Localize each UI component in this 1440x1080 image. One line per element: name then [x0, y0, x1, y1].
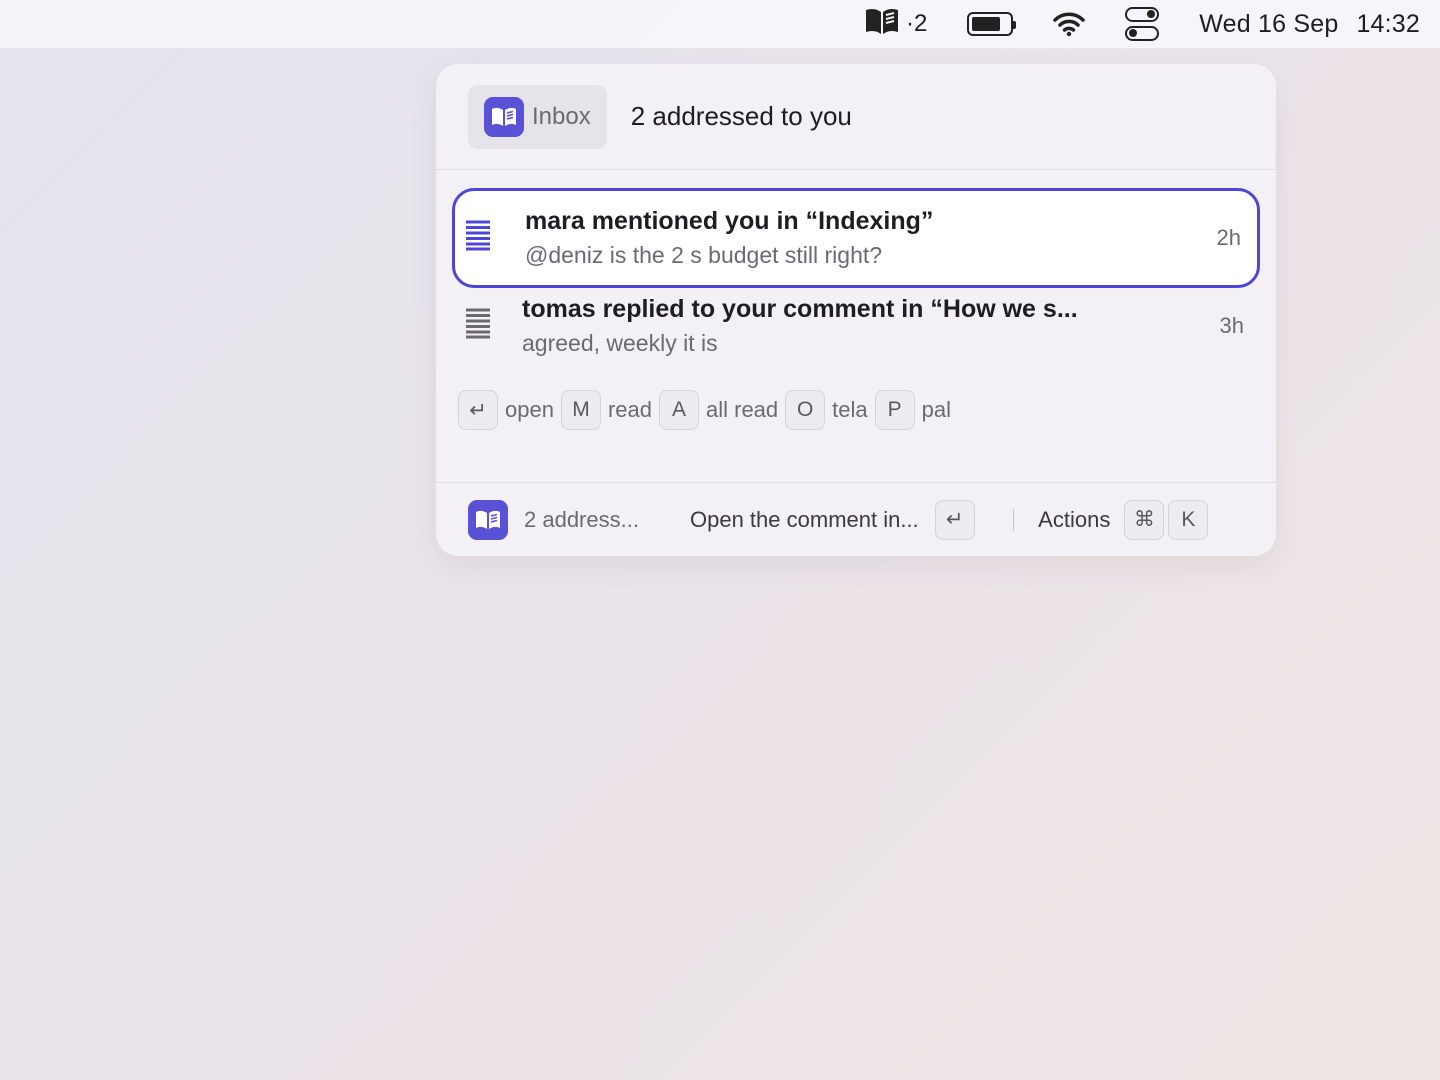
open-comment-action[interactable]: Open the comment in...	[690, 507, 919, 533]
notification-list: mara mentioned you in “Indexing” @deniz …	[436, 170, 1276, 430]
notification-title: mara mentioned you in “Indexing”	[525, 207, 934, 235]
actions-button[interactable]: Actions	[1038, 507, 1110, 533]
shortcut-key-all-read[interactable]: A	[659, 390, 699, 430]
footer-divider	[1012, 508, 1015, 531]
footer-breadcrumb: 2 address...	[524, 506, 639, 532]
notification-snippet: @deniz is the 2 s budget still right?	[525, 242, 883, 268]
inbox-popover: Inbox 2 addressed to you mara mentioned …	[436, 64, 1276, 556]
shortcut-label-all-read: all read	[706, 397, 779, 422]
shortcut-key-open[interactable]: ↵	[458, 390, 498, 430]
actions-shortcut: ⌘ K	[1124, 499, 1209, 540]
notification-snippet: agreed, weekly it is	[522, 330, 718, 356]
wifi-icon[interactable]	[1053, 11, 1086, 37]
shortcut-key-tela[interactable]: O	[785, 390, 826, 430]
app-book-icon	[484, 96, 524, 137]
notification-age: 3h	[1219, 313, 1244, 338]
menubar-badge-count: ·2	[905, 10, 928, 37]
notification-row[interactable]: mara mentioned you in “Indexing” @deniz …	[452, 188, 1260, 288]
shortcut-key-read[interactable]: M	[560, 390, 601, 430]
command-key-hint[interactable]: ⌘	[1124, 499, 1165, 540]
document-icon	[466, 220, 490, 256]
book-icon	[864, 6, 900, 43]
menubar-app-extra[interactable]: ·2	[864, 6, 927, 43]
menubar-date[interactable]: Wed 16 Sep	[1199, 10, 1338, 39]
control-center-icon[interactable]	[1125, 7, 1160, 41]
popover-title: 2 addressed to you	[630, 101, 852, 131]
popover-footer: 2 address... Open the comment in... ↵ Ac…	[436, 482, 1276, 556]
k-key-hint[interactable]: K	[1168, 499, 1209, 540]
footer-book-icon	[468, 499, 508, 540]
shortcut-label-read: read	[607, 397, 652, 422]
enter-key-hint[interactable]: ↵	[934, 499, 975, 540]
shortcut-label-tela: tela	[832, 397, 868, 422]
shortcut-label-open: open	[505, 397, 554, 422]
battery-icon[interactable]	[967, 12, 1017, 36]
document-icon	[466, 308, 490, 344]
shortcut-hints: ↵ open M read A all read O tela P pal	[452, 390, 1260, 430]
notification-row[interactable]: tomas replied to your comment in “How we…	[452, 288, 1260, 364]
menubar-time[interactable]: 14:32	[1356, 10, 1420, 39]
inbox-label: Inbox	[532, 102, 591, 130]
shortcut-label-pal: pal	[921, 397, 951, 422]
menu-bar: ·2 Wed 16 Sep 14:32	[0, 0, 1440, 48]
popover-header: Inbox 2 addressed to you	[436, 64, 1276, 170]
shortcut-key-pal[interactable]: P	[874, 390, 915, 430]
inbox-tab[interactable]: Inbox	[468, 84, 607, 149]
notification-age: 2h	[1216, 225, 1241, 250]
notification-title: tomas replied to your comment in “How we…	[522, 295, 1078, 323]
